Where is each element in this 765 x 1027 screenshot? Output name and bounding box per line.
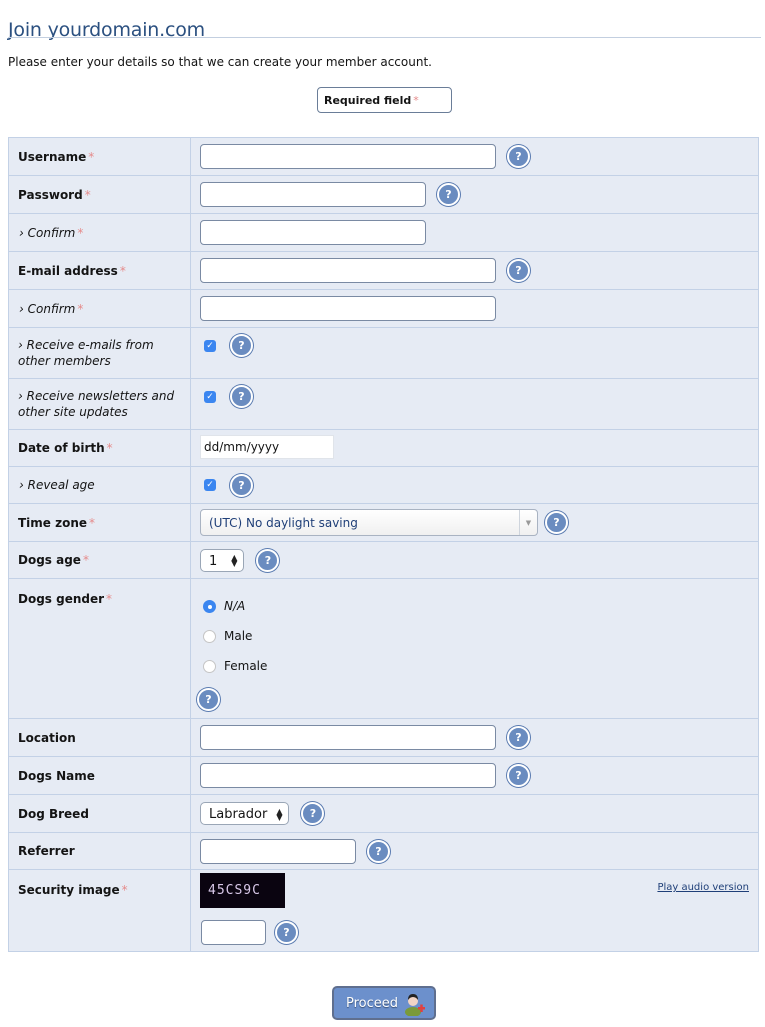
play-audio-link[interactable]: Play audio version <box>657 882 749 893</box>
proceed-button[interactable]: Proceed <box>332 986 436 1020</box>
security-image-label: Security image * <box>8 869 191 952</box>
username-input[interactable] <box>200 144 496 169</box>
dogs-age-select[interactable]: 1 ▲ ▼ <box>200 548 245 572</box>
receive-newsletters-checkbox[interactable]: ✓ <box>204 390 216 403</box>
location-label: Location <box>8 718 191 757</box>
dog-breed-selected: Labrador <box>209 807 268 822</box>
gender-option-male[interactable]: Male <box>203 621 758 651</box>
help-icon[interactable]: ? <box>256 548 280 572</box>
help-icon[interactable]: ? <box>437 183 460 206</box>
dogs-name-label: Dogs Name <box>8 756 191 795</box>
radio-female[interactable] <box>203 659 216 673</box>
time-zone-selected: (UTC) No daylight saving <box>209 516 358 530</box>
intro-text: Please enter your details so that we can… <box>8 55 432 69</box>
reveal-age-checkbox[interactable]: ✓ <box>204 479 216 491</box>
dogs-gender-label: Dogs gender * <box>8 578 191 719</box>
gender-option-na[interactable]: N/A <box>203 591 758 621</box>
form-row-email: E-mail address * ? <box>8 251 759 290</box>
dogs-age-label: Dogs age * <box>8 541 191 579</box>
form-row-dogs-name: Dogs Name ? <box>8 756 759 795</box>
title-divider <box>8 37 761 38</box>
add-user-icon <box>405 994 425 1016</box>
help-icon[interactable]: ? <box>230 334 253 357</box>
form-row-time-zone: Time zone * (UTC) No daylight saving ▼ ? <box>8 503 759 542</box>
reveal-age-label: › Reveal age <box>8 466 191 504</box>
dog-breed-select[interactable]: Labrador ▲ ▼ <box>200 802 290 825</box>
form-row-receive-member-emails: › Receive e-mails from other members ✓ ? <box>8 327 759 379</box>
password-confirm-label: › Confirm * <box>8 213 191 252</box>
referrer-label: Referrer <box>8 832 191 870</box>
date-of-birth-input[interactable]: dd/mm/yyyy <box>200 435 334 459</box>
chevron-down-icon: ▼ <box>519 510 537 535</box>
date-of-birth-label: Date of birth * <box>8 429 191 467</box>
dogs-age-selected: 1 <box>209 553 218 569</box>
gender-option-female[interactable]: Female <box>203 651 758 681</box>
email-confirm-input[interactable] <box>200 296 496 321</box>
password-label: Password * <box>8 175 191 214</box>
dog-breed-label: Dog Breed <box>8 794 191 833</box>
email-input[interactable] <box>200 258 496 283</box>
password-input[interactable] <box>200 182 426 207</box>
form-row-date-of-birth: Date of birth * dd/mm/yyyy <box>8 429 759 467</box>
receive-member-emails-label: › Receive e-mails from other members <box>8 327 191 379</box>
form-row-referrer: Referrer ? <box>8 832 759 870</box>
captcha-input[interactable] <box>201 920 266 945</box>
spinner-arrows-icon: ▲ ▼ <box>231 553 238 568</box>
form-row-receive-newsletters: › Receive newsletters and other site upda… <box>8 378 759 430</box>
form-row-dogs-gender: Dogs gender * N/A Male Female ? <box>8 578 759 719</box>
dogs-name-input[interactable] <box>200 763 496 788</box>
email-label: E-mail address * <box>8 251 191 290</box>
form-row-email-confirm: › Confirm * <box>8 289 759 328</box>
help-icon[interactable]: ? <box>367 839 390 863</box>
password-confirm-input[interactable] <box>200 220 426 245</box>
receive-newsletters-label: › Receive newsletters and other site upda… <box>8 378 191 430</box>
spinner-arrows-icon: ▲ ▼ <box>276 806 283 822</box>
form-row-password-confirm: › Confirm * <box>8 213 759 252</box>
form-row-security-image: Security image * 45CS9C Play audio versio… <box>8 869 759 952</box>
required-marker: * <box>413 94 419 107</box>
captcha-image: 45CS9C <box>200 873 285 908</box>
time-zone-select[interactable]: (UTC) No daylight saving ▼ <box>200 509 538 536</box>
form-row-username: Username * ? <box>8 137 759 176</box>
help-icon[interactable]: ? <box>230 385 253 408</box>
required-legend-label: Required field <box>324 94 412 107</box>
help-icon[interactable]: ? <box>545 511 568 534</box>
radio-na[interactable] <box>203 599 216 613</box>
help-icon[interactable]: ? <box>507 764 530 787</box>
proceed-label: Proceed <box>346 995 399 1011</box>
form-row-reveal-age: › Reveal age ✓ ? <box>8 466 759 504</box>
form-row-dogs-age: Dogs age * 1 ▲ ▼ ? <box>8 541 759 579</box>
form-row-password: Password * ? <box>8 175 759 214</box>
required-field-legend: Required field * <box>317 87 452 113</box>
radio-male[interactable] <box>203 629 216 643</box>
help-icon[interactable]: ? <box>507 145 530 168</box>
help-icon[interactable]: ? <box>507 726 530 749</box>
help-icon[interactable]: ? <box>197 688 220 711</box>
form-row-dog-breed: Dog Breed Labrador ▲ ▼ ? <box>8 794 759 833</box>
email-confirm-label: › Confirm * <box>8 289 191 328</box>
receive-member-emails-checkbox[interactable]: ✓ <box>204 339 216 352</box>
time-zone-label: Time zone * <box>8 503 191 542</box>
help-icon[interactable]: ? <box>230 473 253 497</box>
help-icon[interactable]: ? <box>301 802 325 825</box>
help-icon[interactable]: ? <box>275 921 298 944</box>
help-icon[interactable]: ? <box>507 259 530 282</box>
location-input[interactable] <box>200 725 496 750</box>
form-row-location: Location ? <box>8 718 759 757</box>
username-label: Username * <box>8 137 191 176</box>
registration-form: Username * ? Password * ? › Confirm * E-mai… <box>8 137 759 952</box>
referrer-input[interactable] <box>200 838 356 864</box>
